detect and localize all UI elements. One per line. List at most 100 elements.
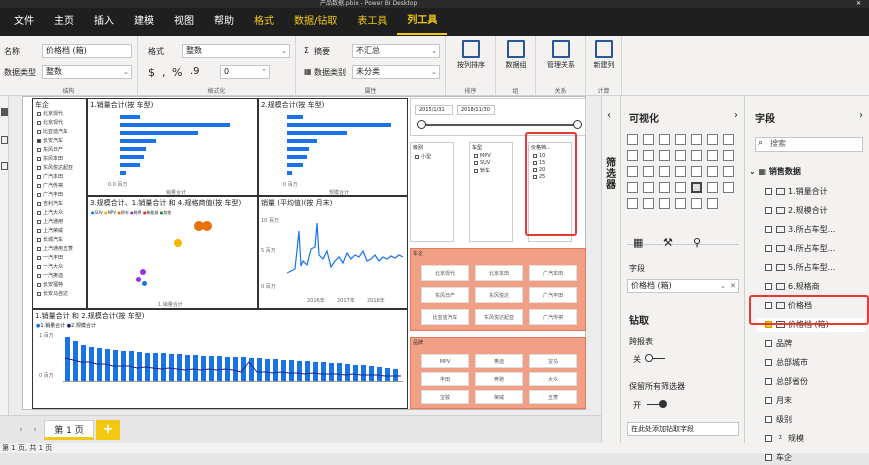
python-icon[interactable] xyxy=(643,198,654,209)
tile-option[interactable]: 东风悦达起亚 xyxy=(475,309,523,325)
field-item[interactable]: Σ 规模 xyxy=(765,432,865,446)
card-icon[interactable] xyxy=(643,182,654,193)
tile-slicer-brand[interactable]: 车企 北京现代 北京本田 广汽本田 东风日产 东风悦达 广汽丰田 比亚迪汽车 东风悦达起亚 广汽… xyxy=(410,248,586,331)
checkbox-icon[interactable] xyxy=(37,255,41,260)
treemap-icon[interactable] xyxy=(675,166,686,177)
stacked-bar-icon[interactable] xyxy=(627,134,638,145)
slicer-option[interactable]: 广汽传祺 xyxy=(37,182,63,189)
date-slicer[interactable]: 2015/1/31 2018/11/30 xyxy=(410,98,586,136)
tile-option[interactable]: 奥迪 xyxy=(475,354,523,368)
pie-icon[interactable] xyxy=(643,166,654,177)
clustered-column-icon[interactable] xyxy=(675,134,686,145)
slicer-option[interactable]: 东风日产 xyxy=(37,146,63,153)
fields-tab-icon[interactable]: ▦ xyxy=(633,236,643,249)
chart-scatter[interactable]: 3.规模合计、1.销量合计 和 4.规格商值(按 车型) ●SUV ●MPV ●… xyxy=(87,196,258,309)
tile-option[interactable]: 东风日产 xyxy=(421,287,469,303)
end-date-input[interactable]: 2018/11/30 xyxy=(457,105,495,115)
field-item[interactable]: 总部省份 xyxy=(765,375,865,389)
chart-scale-by-model[interactable]: 2.规模合计(按 车型) 0 百万 规模合计 xyxy=(258,98,408,196)
checkbox-icon[interactable] xyxy=(37,246,41,251)
tile-option[interactable]: MPV xyxy=(421,354,469,368)
checkbox-icon[interactable] xyxy=(37,183,41,188)
analytics-icon[interactable]: ⚲ xyxy=(693,236,701,249)
funnel-icon[interactable] xyxy=(723,150,734,161)
stacked-area-icon[interactable] xyxy=(643,150,654,161)
report-view-icon[interactable] xyxy=(1,108,8,116)
line-icon[interactable] xyxy=(723,134,734,145)
checkbox-icon[interactable] xyxy=(37,129,41,134)
kpi-icon[interactable] xyxy=(675,182,686,193)
checkbox-icon[interactable] xyxy=(765,378,772,385)
new-column-button[interactable]: 新建列 xyxy=(582,38,626,70)
toggle-knob[interactable] xyxy=(659,400,667,408)
checkbox-icon[interactable] xyxy=(765,245,772,252)
range-handle-end[interactable] xyxy=(573,120,582,129)
decimals-input[interactable]: 0 ⌃ xyxy=(220,65,270,79)
r-visual-icon[interactable] xyxy=(627,198,638,209)
page-tab-1[interactable]: 第 1 页 xyxy=(44,420,94,440)
drill-field-well[interactable]: 价格档 (箱) ⌄ ✕ xyxy=(627,279,739,293)
tile-option[interactable]: 奔驰 xyxy=(475,372,523,386)
tile-option[interactable]: 荣威 xyxy=(475,390,523,404)
checkbox-icon[interactable] xyxy=(37,138,41,143)
sort-by-column-button[interactable]: 按列排序 xyxy=(449,38,493,70)
field-search-input[interactable]: 搜索 xyxy=(755,137,863,152)
menu-modeling[interactable]: 建模 xyxy=(124,8,164,36)
checkbox-icon[interactable] xyxy=(37,237,41,242)
checkbox-icon[interactable] xyxy=(37,228,41,233)
menu-data-drill[interactable]: 数据/钻取 xyxy=(284,8,347,36)
slicer-brand[interactable]: 车企 北京现代 北京现代 比亚迪汽车 长安汽车 东风日产 东风本田 东风悦达起亚 广汽本田 广汽… xyxy=(32,98,87,309)
tile-option[interactable]: 丰田 xyxy=(421,372,469,386)
checkbox-icon[interactable] xyxy=(37,165,41,170)
format-select[interactable]: 整数 ⌄ xyxy=(182,44,290,58)
checkbox-icon[interactable] xyxy=(37,291,41,296)
category-select[interactable]: 未分类 ⌄ xyxy=(352,65,440,79)
checkbox-icon[interactable] xyxy=(765,340,772,347)
slicer-option[interactable]: 长安汽车 xyxy=(37,137,63,144)
tile-option[interactable]: 宝马 xyxy=(529,354,577,368)
matrix-icon[interactable] xyxy=(723,182,734,193)
tile-option[interactable]: 东风悦达 xyxy=(475,287,523,303)
manage-relationships-button[interactable]: 管理关系 xyxy=(539,38,583,70)
slicer-option[interactable]: SUV xyxy=(474,160,490,166)
field-item[interactable]: 5.所占车型... xyxy=(765,261,865,275)
model-view-icon[interactable] xyxy=(1,162,8,170)
name-input[interactable]: 价格档 (箱) xyxy=(42,44,132,58)
tile-slicer-make[interactable]: 品牌 MPV 奥迪 宝马 丰田 奔驰 大众 宝骏 荣威 五菱 xyxy=(410,337,586,409)
next-page-icon[interactable]: › xyxy=(28,420,42,440)
decomposition-icon[interactable] xyxy=(675,198,686,209)
slicer-option[interactable]: 长安马自达 xyxy=(37,290,68,297)
slicer-option[interactable]: 广汽本田 xyxy=(37,173,63,180)
slicer-option[interactable]: 吉利汽车 xyxy=(37,200,63,207)
start-date-input[interactable]: 2015/1/31 xyxy=(415,105,453,115)
slicer-option[interactable]: 一汽奥迪 xyxy=(37,272,63,279)
field-item[interactable]: 4.所占车型... xyxy=(765,242,865,256)
slicer-option[interactable]: 上汽大众 xyxy=(37,209,63,216)
chevron-right-icon[interactable]: › xyxy=(734,110,738,121)
field-item[interactable]: 总部城市 xyxy=(765,356,865,370)
field-item[interactable]: 1.销量合计 xyxy=(765,185,865,199)
field-item[interactable]: 品牌 xyxy=(765,337,865,351)
toggle-knob[interactable] xyxy=(645,354,653,362)
checkbox-icon[interactable] xyxy=(765,359,772,366)
field-item[interactable]: 月末 xyxy=(765,394,865,408)
checkbox-icon[interactable] xyxy=(37,111,41,116)
data-groups-button[interactable]: 数据组 xyxy=(494,38,538,70)
slicer-option[interactable]: 轿车 xyxy=(474,167,490,174)
tile-option[interactable]: 北京本田 xyxy=(475,265,523,281)
tile-option[interactable]: 大众 xyxy=(529,372,577,386)
drill-drop-zone[interactable]: 在此处添加钻取字段 xyxy=(627,422,739,436)
menu-column-tools[interactable]: 列工具 xyxy=(397,9,448,35)
table-node[interactable]: ⌄ ▦ 销售数据 xyxy=(749,166,801,177)
checkbox-icon[interactable] xyxy=(765,207,772,214)
chart-combo-sales-scale[interactable]: 1.销量合计 和 2.规模合计(按 车型) ●1.销量合计 ●2.规模合计 1 … xyxy=(32,309,408,409)
gauge-icon[interactable] xyxy=(627,182,638,193)
menu-home[interactable]: 主页 xyxy=(44,8,84,36)
decimal-icon[interactable]: .9 xyxy=(190,66,200,77)
checkbox-icon[interactable] xyxy=(37,219,41,224)
currency-button[interactable]: $ xyxy=(148,66,155,79)
table-icon[interactable] xyxy=(707,182,718,193)
add-page-button[interactable]: + xyxy=(96,420,120,440)
slicer-model-type[interactable]: 车型 MPV SUV 轿车 xyxy=(469,142,513,242)
tile-option[interactable]: 北京现代 xyxy=(421,265,469,281)
